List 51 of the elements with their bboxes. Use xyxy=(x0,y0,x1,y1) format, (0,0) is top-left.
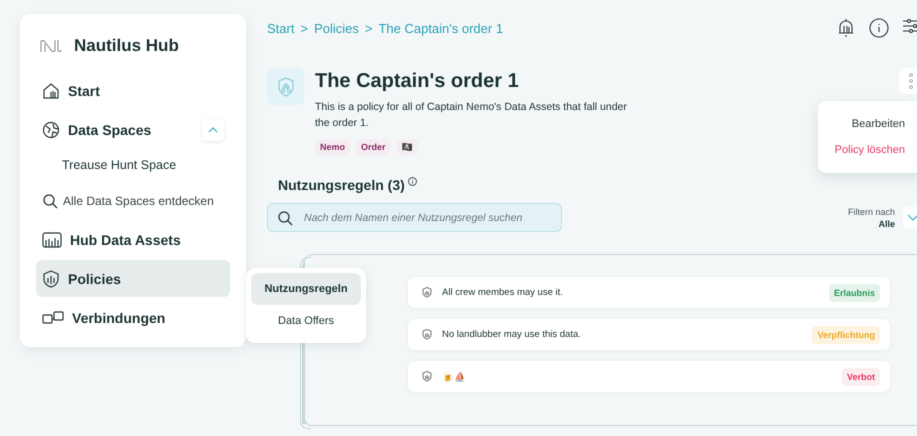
logo-icon xyxy=(40,39,62,53)
tab[interactable]: Data Offers xyxy=(251,305,361,337)
tag: 🏴‍☠ xyxy=(396,139,418,155)
rule-text: 🍺⛵ xyxy=(442,370,467,382)
search-icon xyxy=(277,210,293,226)
info-icon[interactable] xyxy=(869,18,889,38)
rule-type-badge: Verpflichtung xyxy=(812,326,880,344)
section-heading: Nutzungsregeln (3) xyxy=(278,177,405,193)
shield-icon xyxy=(42,270,60,288)
menu-item[interactable]: Policy löschen xyxy=(834,144,905,156)
house-icon xyxy=(42,82,60,100)
shield-icon xyxy=(422,287,432,298)
settings-icon[interactable] xyxy=(903,18,917,34)
info-icon[interactable] xyxy=(408,177,417,186)
tab[interactable]: Nutzungsregeln xyxy=(251,273,361,305)
rule-row[interactable]: All crew membes may use it. Erlaubnis xyxy=(408,277,890,308)
sidebar-item[interactable]: Start xyxy=(36,72,230,109)
rule-text: All crew membes may use it. xyxy=(442,287,564,298)
menu-item[interactable]: Bearbeiten xyxy=(852,118,905,130)
filter-label: Filtern nach Alle xyxy=(848,206,895,230)
tag: Order xyxy=(356,139,391,155)
globe-icon xyxy=(42,120,60,138)
sidebar-item[interactable]: Data Spaces xyxy=(36,111,230,148)
connection-icon xyxy=(42,310,64,326)
policy-description: This is a policy for all of Captain Nemo's Data Assets that fall under the order 1. xyxy=(315,100,628,131)
rule-text: No landlubber may use this data. xyxy=(442,329,582,340)
search-field[interactable]: Nach dem Namen einer Nutzungsregel suchen xyxy=(267,203,562,232)
shield-icon xyxy=(422,371,432,382)
search-icon xyxy=(42,192,58,208)
bell-icon[interactable] xyxy=(837,18,855,38)
breadcrumb-separator: > xyxy=(300,20,308,36)
sidebar-item[interactable]: Treause Hunt Space xyxy=(36,150,230,180)
sidebar-item[interactable]: Policies xyxy=(36,260,230,297)
rule-type-badge: Erlaubnis xyxy=(828,284,880,302)
breadcrumb-separator: > xyxy=(364,20,372,36)
chevron-icon xyxy=(208,126,218,132)
rule-type-badge: Verbot xyxy=(842,368,880,386)
sidebar-item[interactable]: Alle Data Spaces entdecken xyxy=(36,182,230,219)
more-button[interactable] xyxy=(899,68,917,94)
app-name: Nautilus Hub xyxy=(74,36,179,56)
sidebar-item[interactable]: Verbindungen xyxy=(36,299,230,336)
rule-row[interactable]: 🍺⛵ Verbot xyxy=(408,361,890,392)
tag: Nemo xyxy=(315,139,350,155)
rule-row[interactable]: No landlubber may use this data. Verpflichtung xyxy=(408,319,890,350)
more-icon xyxy=(909,73,913,89)
chevron-icon xyxy=(907,214,917,221)
shield-icon xyxy=(422,329,432,340)
sidebar-item[interactable]: Hub Data Assets xyxy=(36,221,230,258)
shield-icon xyxy=(276,76,294,96)
policy-title: The Captain's order 1 xyxy=(315,70,520,93)
chart-icon xyxy=(42,230,62,248)
